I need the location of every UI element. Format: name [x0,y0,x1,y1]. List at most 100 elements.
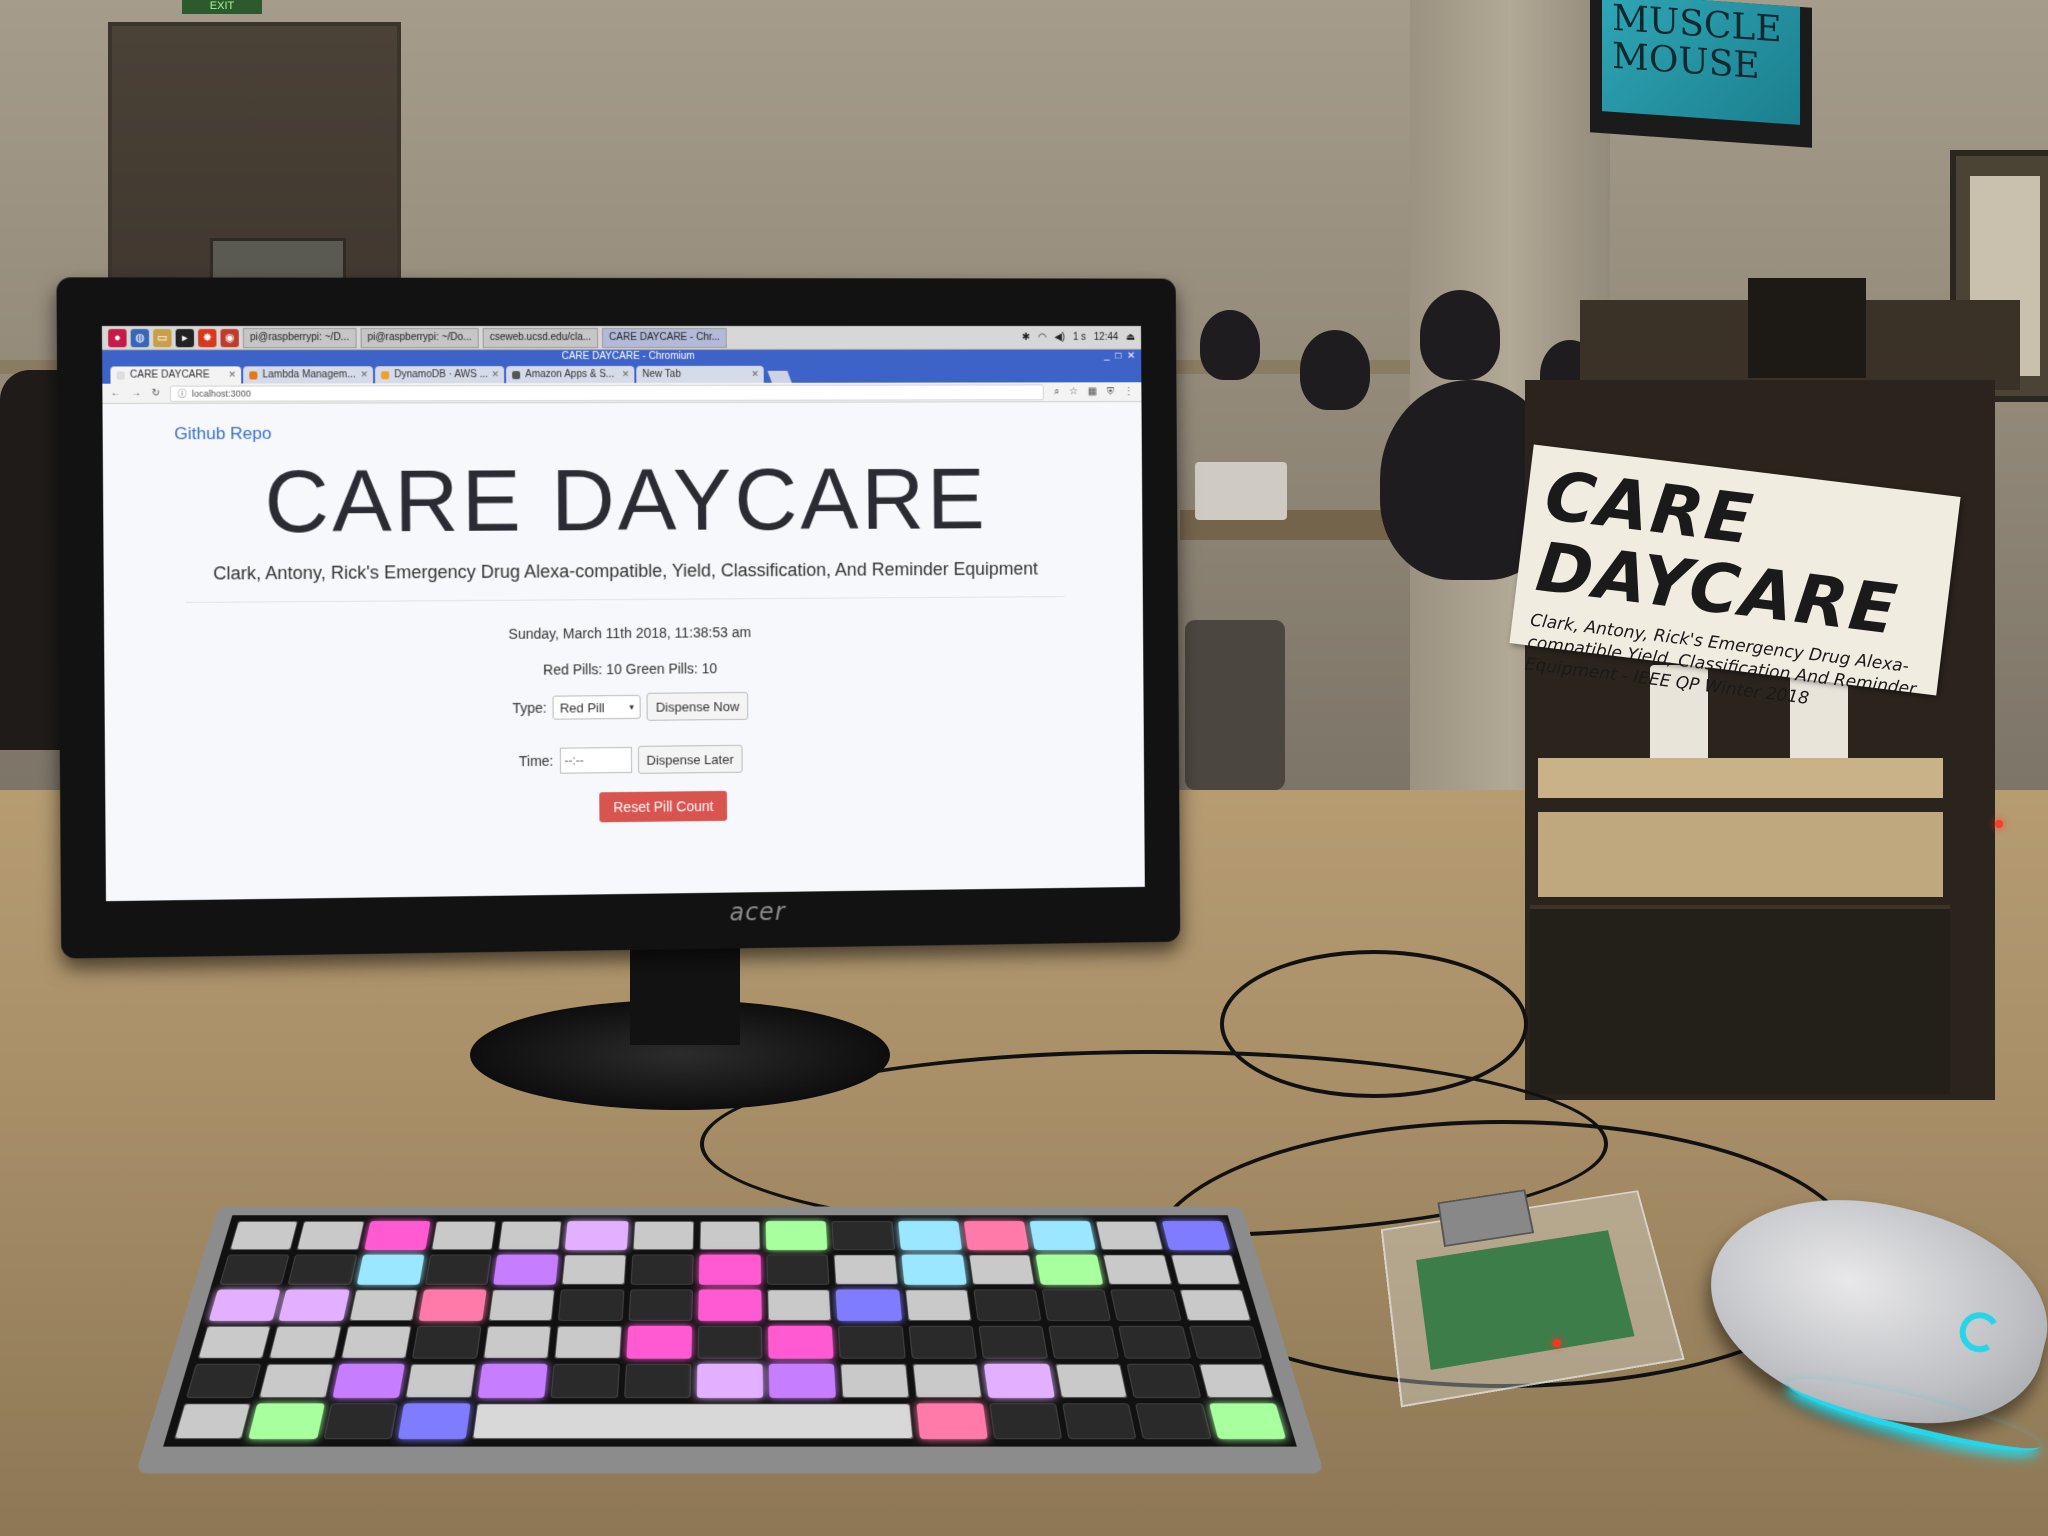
keyboard-key [1188,1325,1263,1359]
dispense-later-button[interactable]: Dispense Later [637,744,743,774]
tab-close-icon[interactable]: ✕ [491,369,499,380]
keyboard-key [916,1403,988,1440]
keyboard-key [838,1325,906,1359]
keyboard-key [840,1363,910,1398]
close-icon[interactable]: ✕ [1127,350,1135,363]
web-browser-icon[interactable]: ◍ [130,328,150,347]
tab-close-icon[interactable]: ✕ [360,369,368,380]
time-input[interactable]: --:-- [559,746,632,774]
tab-close-icon[interactable]: ✕ [622,369,630,380]
keyboard-key [418,1289,487,1321]
tab-label: Lambda Managem... [262,369,356,381]
dispense-later-row: Time: --:-- Dispense Later [105,741,1144,780]
wifi-icon[interactable]: ◠ [1038,332,1047,343]
keyboard-key [912,1363,983,1398]
taskbar-task-terminal-2[interactable]: pi@raspberrypi: ~/Do... [360,327,479,348]
taskbar-task-cseweb[interactable]: cseweb.ucsd.edu/cla... [482,327,599,348]
keyboard-key [1118,1325,1192,1359]
back-icon[interactable]: ← [111,388,121,399]
keyboard-key [904,1289,972,1321]
terminal-icon[interactable]: ▸ [175,328,195,347]
keyboard-key [698,1289,762,1321]
new-tab-button[interactable] [767,370,792,383]
aws-icon [381,370,390,379]
maximize-icon[interactable]: □ [1115,350,1121,363]
tab-close-icon[interactable]: ✕ [751,369,759,380]
taskbar-task-terminal-1[interactable]: pi@raspberrypi: ~/D... [242,327,357,348]
github-repo-link[interactable]: Github Repo [174,424,271,444]
tab-amazon-apps[interactable]: Amazon Apps & S... ✕ [506,365,635,384]
zoom-icon[interactable]: ⌕ [1054,386,1060,397]
tab-lambda[interactable]: Lambda Managem... ✕ [243,366,374,384]
keyboard-key [356,1254,425,1285]
photo-scene: EXIT MUSCLE MOUSE CARE DAYCARE Clark, An… [0,0,2048,1536]
tab-close-icon[interactable]: ✕ [228,369,236,380]
reset-pill-count-button[interactable]: Reset Pill Count [599,790,728,823]
keyboard-key [287,1254,358,1285]
reload-icon[interactable]: ↻ [151,388,160,399]
student-1 [1200,310,1260,380]
math-icon[interactable]: ✸ [198,328,217,347]
keyboard-key [554,1325,622,1359]
url-text: localhost:3000 [191,388,251,399]
keyboard-key [340,1325,412,1359]
keyboard-keys [163,1215,1297,1447]
keyboard-key [983,1363,1056,1398]
keyboard-key [628,1289,693,1321]
keyboard-key [173,1403,252,1440]
pill-counts: Red Pills: 10 Green Pills: 10 [543,660,718,678]
keyboard-key [989,1403,1063,1440]
keyboard-key [696,1363,764,1398]
keyboard-key [833,1254,899,1285]
dispense-now-button[interactable]: Dispense Now [646,691,749,721]
keyboard-key [1102,1254,1173,1285]
keyboard-key [229,1221,299,1251]
keyboard-key [1062,1403,1137,1440]
keyboard-key [765,1221,828,1251]
keyboard-key [908,1325,977,1359]
keyboard-key [968,1254,1036,1285]
chevron-down-icon: ▾ [629,701,634,712]
web-page: Github Repo CARE DAYCARE Clark, Antony, … [102,402,1145,902]
keyboard-key [625,1325,692,1359]
wolfram-icon[interactable]: ◉ [220,328,239,347]
desktop-taskbar: ● ◍ ▭ ▸ ✸ ◉ pi@raspberrypi: ~/D... pi@ra… [101,325,1142,351]
keyboard-key [397,1403,471,1440]
keyboard-key [323,1403,398,1440]
volume-icon[interactable]: ◀) [1054,332,1065,343]
background-chair [1185,620,1285,790]
keyboard-key [767,1289,832,1321]
keyboard-key [1198,1363,1275,1398]
menu-icon[interactable]: ⋮ [1124,386,1134,397]
taskbar-task-chromium[interactable]: CARE DAYCARE - Chr... [602,327,727,348]
extension-icon[interactable]: ▦ [1088,386,1097,397]
file-manager-icon[interactable]: ▭ [153,328,172,347]
forward-icon[interactable]: → [131,388,141,399]
pill-type-select[interactable]: Red Pill ▾ [552,694,641,720]
prototype-red-led [1995,820,2003,828]
monitor: acer ● ◍ ▭ ▸ ✸ ◉ pi@raspberrypi: ~/D... … [56,277,1181,959]
cpu-indicator: 1 s [1072,331,1086,343]
eject-icon[interactable]: ⏏ [1126,332,1135,343]
bluetooth-icon[interactable]: ✱ [1022,332,1030,343]
monitor-screen: ● ◍ ▭ ▸ ✸ ◉ pi@raspberrypi: ~/D... pi@ra… [101,325,1145,902]
page-title: CARE DAYCARE [264,448,988,551]
keyboard-key [766,1254,830,1285]
keyboard-key [208,1289,281,1321]
keyboard-key [248,1403,325,1440]
aws-icon [249,370,258,379]
wall-tv: MUSCLE MOUSE [1590,0,1812,148]
shield-icon[interactable]: ⛨ [1107,386,1114,397]
keyboard-key [1135,1403,1212,1440]
bookmark-star-icon[interactable]: ☆ [1069,386,1078,397]
keyboard-key [278,1289,350,1321]
raspberry-menu-icon[interactable]: ● [108,328,127,347]
tab-dynamodb[interactable]: DynamoDB · AWS ... ✕ [374,366,505,384]
address-bar[interactable]: ⓘ localhost:3000 [170,383,1045,402]
tab-new-tab[interactable]: New Tab ✕ [636,365,764,383]
tab-care-daycare[interactable]: CARE DAYCARE ✕ [110,366,242,384]
keyboard-key [363,1221,431,1251]
minimize-icon[interactable]: _ [1104,350,1110,363]
type-label: Type: [512,699,547,717]
browser-tabbar: CARE DAYCARE ✕ Lambda Managem... ✕ Dynam… [102,362,1142,384]
